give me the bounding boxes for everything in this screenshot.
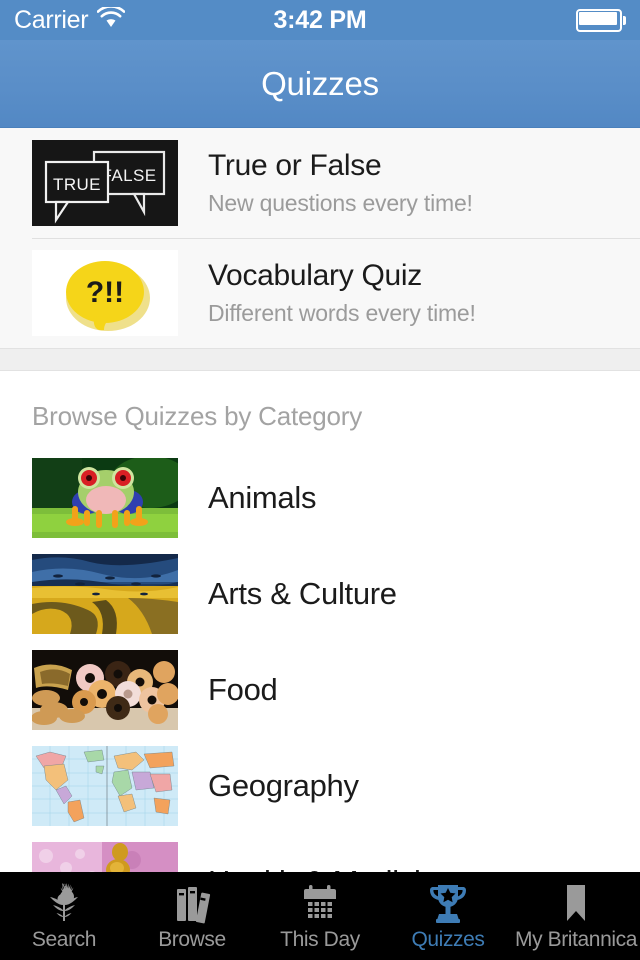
quizzes-screen: Carrier 3:42 PM Quizzes FALSE TRUE True … [0,0,640,960]
tab-my-britannica[interactable]: My Britannica [512,872,640,960]
world-map-thumbnail [32,746,178,826]
browse-categories-section: Browse Quizzes by Category Animals Arts … [0,371,640,930]
section-header: Browse Quizzes by Category [32,401,363,431]
category-label: Arts & Culture [208,576,397,611]
tab-label: This Day [280,927,360,951]
tab-label: Quizzes [411,927,485,951]
category-row-geography[interactable]: Geography [0,738,640,834]
status-bar-left: Carrier [14,4,126,35]
battery-icon [576,8,626,32]
svg-text:FALSE: FALSE [102,166,157,185]
true-false-thumbnail: FALSE TRUE [32,140,178,226]
wifi-icon [96,4,126,35]
category-label: Food [208,672,278,707]
tab-label: Browse [158,927,226,951]
navigation-bar: Quizzes [0,40,640,128]
status-bar: Carrier 3:42 PM [0,0,640,40]
books-icon [170,881,214,925]
vocabulary-quiz-thumbnail: ?!! [32,250,178,336]
featured-text-true-or-false: True or False New questions every time! [208,149,473,218]
tab-label: Search [31,927,97,951]
featured-text-vocabulary-quiz: Vocabulary Quiz Different words every ti… [208,259,476,328]
featured-title: True or False [208,148,382,182]
calendar-icon [298,881,342,925]
carrier-label: Carrier [14,5,89,34]
category-row-food[interactable]: Food [0,642,640,738]
trophy-icon [426,881,470,925]
category-row-animals[interactable]: Animals [0,450,640,546]
painting-thumbnail [32,554,178,634]
tab-browse[interactable]: Browse [128,872,256,960]
category-row-arts-culture[interactable]: Arts & Culture [0,546,640,642]
section-separator [0,349,640,371]
featured-row-true-or-false[interactable]: FALSE TRUE True or False New questions e… [0,128,640,238]
status-bar-right [576,8,626,32]
category-list: Animals Arts & Culture Food Geography [0,450,640,930]
featured-subtitle: New questions every time! [208,190,473,217]
featured-title: Vocabulary Quiz [208,258,422,292]
category-label: Animals [208,480,317,515]
thistle-icon [42,881,86,925]
tab-this-day[interactable]: This Day [256,872,384,960]
tab-quizzes[interactable]: Quizzes [384,872,512,960]
tab-search[interactable]: Search [0,872,128,960]
featured-subtitle: Different words every time! [208,300,476,327]
frog-thumbnail [32,458,178,538]
tab-label: My Britannica [514,927,637,951]
category-label: Geography [208,768,359,803]
bookmark-icon [554,881,598,925]
page-title: Quizzes [261,64,379,102]
tab-bar: Search Browse This Day Quizzes My Britan… [0,872,640,960]
featured-quizzes-section: FALSE TRUE True or False New questions e… [0,128,640,349]
svg-text:?!!: ?!! [86,276,124,309]
pastries-thumbnail [32,650,178,730]
svg-text:TRUE: TRUE [53,175,101,194]
featured-row-vocabulary-quiz[interactable]: ?!! Vocabulary Quiz Different words ever… [0,238,640,348]
